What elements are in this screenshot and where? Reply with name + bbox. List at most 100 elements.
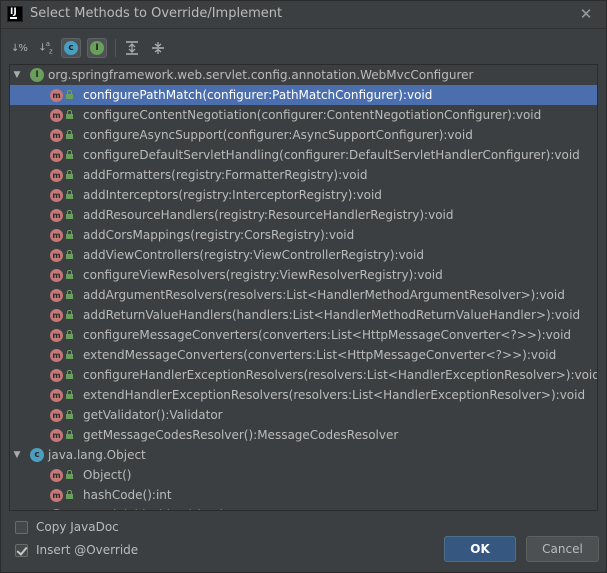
method-icon: m [50,188,63,202]
public-lock-icon [66,250,73,259]
sort-alphabetically-button[interactable]: ↓az [35,38,55,58]
public-lock-icon [66,310,73,319]
method-row[interactable]: m addCorsMappings(registry:CorsRegistry):… [10,225,597,245]
title-divider [1,28,606,29]
public-lock-icon [66,410,73,419]
copy-javadoc-option[interactable]: Copy JavaDoc [15,518,119,536]
title-bar: IJ Select Methods to Override/Implement … [1,1,606,28]
tree-group-label: java.lang.Object [48,448,146,462]
method-icon: m [50,168,63,182]
collapse-all-icon [152,42,164,54]
method-row[interactable]: m addReturnValueHandlers(handlers:List<Ha… [10,305,597,325]
method-icon: m [50,388,63,402]
method-signature: addInterceptors(registry:InterceptorRegi… [83,188,382,202]
public-lock-icon [66,110,73,119]
expand-all-button[interactable] [122,38,142,58]
method-signature: configureMessageConverters(converters:Li… [83,328,572,342]
method-icon: m [50,468,63,482]
window-title: Select Methods to Override/Implement [30,6,283,21]
collapse-all-button[interactable] [148,38,168,58]
method-signature: configureViewResolvers(registry:ViewReso… [83,268,443,282]
method-row[interactable]: m addViewControllers(registry:ViewControl… [10,245,597,265]
public-lock-icon [66,170,73,179]
ok-button[interactable]: OK [444,536,516,562]
close-icon[interactable]: ✕ [578,6,594,22]
method-icon: m [50,128,63,142]
method-icon: m [50,368,63,382]
method-signature: addArgumentResolvers(resolvers:List<Hand… [83,288,565,302]
show-classes-button[interactable]: c [61,38,81,58]
sort-by-visibility-button[interactable]: ↓% [9,38,29,58]
method-row[interactable]: m extendHandlerExceptionResolvers(resolve… [10,385,597,405]
insert-override-label: Insert @Override [36,543,139,557]
intellij-logo-icon: IJ [7,6,23,22]
method-signature: configurePathMatch(configurer:PathMatchC… [83,88,433,102]
public-lock-icon [66,290,73,299]
public-lock-icon [66,230,73,239]
insert-override-checkbox[interactable] [15,543,28,557]
method-icon: m [50,88,63,102]
method-signature: getMessageCodesResolver():MessageCodesRe… [83,428,399,442]
method-icon: m [50,208,63,222]
public-lock-icon [66,190,73,199]
method-row[interactable]: m addResourceHandlers(registry:ResourceHa… [10,205,597,225]
public-lock-icon [66,370,73,379]
method-row[interactable]: m addInterceptors(registry:InterceptorReg… [10,185,597,205]
copy-javadoc-checkbox[interactable] [15,520,28,534]
methods-tree[interactable]: ▼ Iorg.springframework.web.servlet.config… [9,64,598,511]
method-signature: addResourceHandlers(registry:ResourceHan… [83,208,454,222]
method-row[interactable]: m addArgumentResolvers(resolvers:List<Han… [10,285,597,305]
tree-group-row[interactable]: ▼ c java.lang.Object [10,445,597,465]
toolbar: ↓% ↓az c I [9,37,174,59]
method-signature: addReturnValueHandlers(handlers:List<Han… [83,308,581,322]
interface-icon: I [90,41,104,55]
method-row[interactable]: m equals(obj:Object):boolean [10,505,597,511]
copy-javadoc-label: Copy JavaDoc [36,520,119,534]
method-row[interactable]: m configureAsyncSupport(configurer:AsyncS… [10,125,597,145]
method-row[interactable]: m configureDefaultServletHandling(configu… [10,145,597,165]
method-signature: addFormatters(registry:FormatterRegistry… [83,168,368,182]
expand-arrow-icon[interactable]: ▼ [12,70,22,80]
method-row[interactable]: m extendMessageConverters(converters:List… [10,345,597,365]
method-icon: m [50,488,63,502]
method-row[interactable]: m getMessageCodesResolver():MessageCodesR… [10,425,597,445]
public-lock-icon [66,350,73,359]
expand-all-icon [126,41,138,55]
method-icon: m [50,348,63,362]
sort-alphabetically-icon: ↓az [38,40,52,56]
method-signature: configureHandlerExceptionResolvers(resol… [83,368,598,382]
tree-group-label: org.springframework.web.servlet.config.a… [48,68,474,82]
sort-by-visibility-icon: ↓% [11,42,28,54]
method-row[interactable]: m addFormatters(registry:FormatterRegistr… [10,165,597,185]
tree-group-row[interactable]: ▼ Iorg.springframework.web.servlet.config… [10,65,597,85]
method-row[interactable]: m hashCode():int [10,485,597,505]
method-row[interactable]: m configurePathMatch(configurer:PathMatch… [10,85,597,105]
class-icon: c [64,41,78,55]
method-row[interactable]: m configureViewResolvers(registry:ViewRes… [10,265,597,285]
method-row[interactable]: m getValidator():Validator [10,405,597,425]
method-row[interactable]: m configureContentNegotiation(configurer:… [10,105,597,125]
public-lock-icon [66,210,73,219]
public-lock-icon [66,130,73,139]
method-row[interactable]: m configureHandlerExceptionResolvers(reso… [10,365,597,385]
public-lock-icon [66,490,73,499]
method-icon: m [50,288,63,302]
method-signature: addViewControllers(registry:ViewControll… [83,248,424,262]
public-lock-icon [66,510,73,511]
method-icon: m [50,248,63,262]
method-row[interactable]: m Object() [10,465,597,485]
method-icon: m [50,308,63,322]
method-signature: Object() [83,468,132,482]
class-icon: c [30,448,44,462]
method-icon: m [50,328,63,342]
public-lock-icon [66,150,73,159]
cancel-button[interactable]: Cancel [526,536,599,562]
method-icon: m [50,108,63,122]
method-signature: extendMessageConverters(converters:List<… [83,348,557,362]
show-interfaces-button[interactable]: I [87,38,107,58]
expand-arrow-icon[interactable]: ▼ [12,450,22,460]
method-row[interactable]: m configureMessageConverters(converters:L… [10,325,597,345]
method-icon: m [50,148,63,162]
insert-override-option[interactable]: Insert @Override [15,541,138,559]
method-icon: m [50,268,63,282]
